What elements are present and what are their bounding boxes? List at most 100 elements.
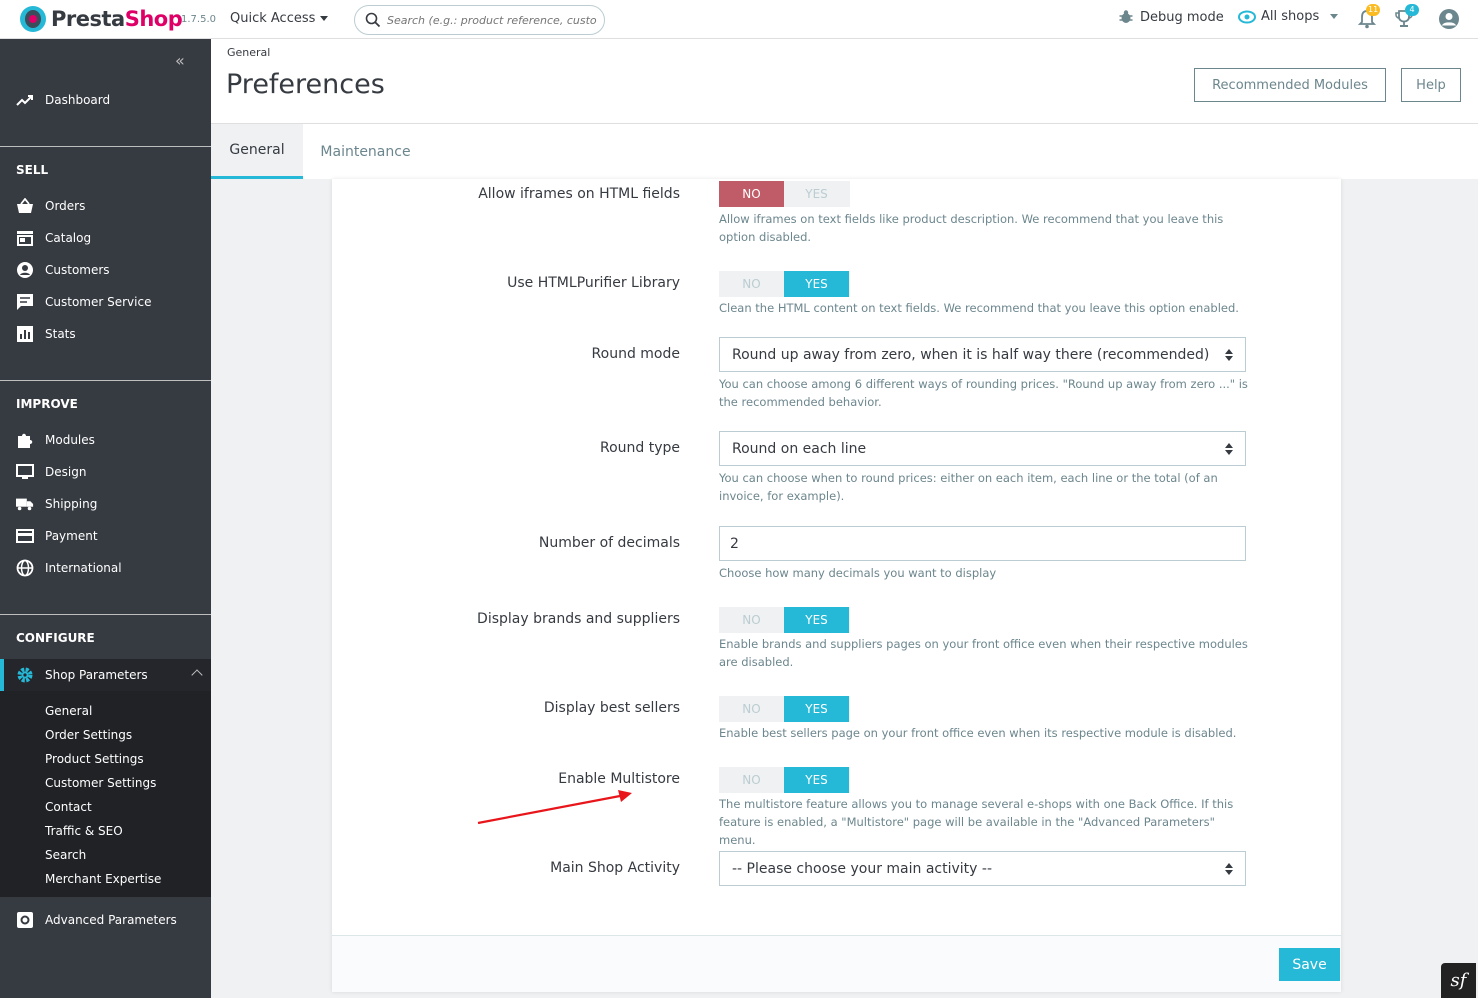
submenu-item-general[interactable]: General	[45, 704, 92, 718]
sidebar-item-shipping[interactable]: Shipping	[0, 488, 211, 520]
switch-yes-option[interactable]: YES	[784, 271, 849, 297]
submenu-item-customer-settings[interactable]: Customer Settings	[45, 776, 156, 790]
account-circle-icon	[16, 261, 34, 279]
logo-text: PrestaShop	[51, 7, 183, 31]
round-mode-label: Round mode	[591, 346, 680, 362]
decimals-input[interactable]	[719, 526, 1246, 561]
help-button[interactable]: Help	[1401, 68, 1461, 102]
sidebar-label: Modules	[45, 433, 95, 447]
logo-text-presta: Presta	[51, 7, 125, 31]
switch-no-option[interactable]: NO	[719, 181, 784, 207]
tab-maintenance[interactable]: Maintenance	[303, 124, 428, 179]
sidebar-item-stats[interactable]: Stats	[0, 318, 211, 350]
submenu-item-search[interactable]: Search	[45, 848, 86, 862]
sidebar-item-advanced-parameters[interactable]: Advanced Parameters	[0, 904, 211, 936]
submenu-item-order-settings[interactable]: Order Settings	[45, 728, 132, 742]
recommended-modules-button[interactable]: Recommended Modules	[1194, 68, 1386, 102]
main-activity-value: -- Please choose your main activity --	[732, 860, 993, 877]
tabs-bar: General Maintenance	[211, 123, 1478, 179]
iframes-help: Allow iframes on text fields like produc…	[719, 212, 1224, 244]
collapse-sidebar-icon[interactable]: ‹‹	[175, 51, 185, 70]
round-mode-value: Round up away from zero, when it is half…	[732, 346, 1210, 363]
best-sellers-switch[interactable]: NO YES	[719, 696, 850, 722]
best-sellers-help: Enable best sellers page on your front o…	[719, 726, 1237, 740]
section-title-configure: CONFIGURE	[16, 631, 95, 645]
quick-access-label: Quick Access	[230, 11, 316, 26]
divider	[0, 146, 211, 147]
symfony-toolbar-icon[interactable]: sf	[1441, 963, 1476, 998]
section-title-improve: IMPROVE	[16, 397, 78, 411]
sidebar-item-shop-parameters[interactable]: Shop Parameters	[0, 659, 211, 691]
credit-card-icon	[16, 527, 34, 545]
debug-mode-indicator[interactable]: Debug mode	[1118, 9, 1224, 25]
best-sellers-label: Display best sellers	[543, 700, 680, 716]
round-type-select[interactable]: Round on each line	[719, 431, 1246, 466]
tab-general[interactable]: General	[211, 124, 303, 179]
sidebar-item-customers[interactable]: Customers	[0, 254, 211, 286]
brands-label: Display brands and suppliers	[477, 611, 680, 627]
annotation-arrow	[477, 790, 632, 825]
sidebar-item-international[interactable]: International	[0, 552, 211, 584]
round-type-value: Round on each line	[732, 440, 867, 457]
multistore-help: The multistore feature allows you to man…	[719, 797, 1234, 847]
switch-yes-option[interactable]: YES	[784, 767, 849, 793]
shop-selector[interactable]: All shops	[1238, 9, 1339, 24]
sidebar-label: Advanced Parameters	[45, 913, 177, 927]
truck-icon	[16, 495, 34, 513]
sidebar-label: Payment	[45, 529, 98, 543]
sidebar-item-orders[interactable]: Orders	[0, 190, 211, 222]
htmlpurifier-switch[interactable]: NO YES	[719, 271, 850, 297]
prestashop-logo[interactable]: PrestaShop	[20, 6, 183, 32]
sidebar-item-catalog[interactable]: Catalog	[0, 222, 211, 254]
switch-yes-option[interactable]: YES	[784, 607, 849, 633]
iframes-label: Allow iframes on HTML fields	[478, 186, 680, 202]
sidebar-label: Shipping	[45, 497, 98, 511]
search-input[interactable]	[387, 13, 597, 27]
sidebar-item-customer-service[interactable]: Customer Service	[0, 286, 211, 318]
brands-switch[interactable]: NO YES	[719, 607, 850, 633]
search-icon[interactable]	[365, 12, 381, 28]
main-activity-select[interactable]: -- Please choose your main activity --	[719, 851, 1246, 886]
switch-no-option[interactable]: NO	[719, 767, 784, 793]
round-type-label: Round type	[599, 440, 680, 456]
sidebar-item-modules[interactable]: Modules	[0, 424, 211, 456]
switch-no-option[interactable]: NO	[719, 696, 784, 722]
submenu-item-merchant-expertise[interactable]: Merchant Expertise	[45, 872, 161, 886]
search-box[interactable]	[354, 5, 605, 35]
sidebar-label: Customers	[45, 263, 110, 277]
trophy-button[interactable]: 4	[1394, 4, 1419, 33]
main-activity-label: Main Shop Activity	[550, 860, 680, 876]
select-arrows-icon	[1225, 863, 1233, 875]
chevron-up-icon[interactable]	[191, 669, 203, 681]
save-button[interactable]: Save	[1279, 948, 1340, 981]
htmlpurifier-help: Clean the HTML content on text fields. W…	[719, 301, 1239, 315]
submenu-item-traffic-seo[interactable]: Traffic & SEO	[45, 824, 123, 838]
multistore-switch[interactable]: NO YES	[719, 767, 850, 793]
shop-parameters-submenu: General Order Settings Product Settings …	[0, 691, 211, 897]
submenu-item-contact[interactable]: Contact	[45, 800, 92, 814]
caret-down-icon	[320, 16, 329, 21]
switch-no-option[interactable]: NO	[719, 271, 784, 297]
submenu-item-product-settings[interactable]: Product Settings	[45, 752, 144, 766]
sidebar-item-dashboard[interactable]: Dashboard	[0, 84, 211, 116]
round-mode-select[interactable]: Round up away from zero, when it is half…	[719, 337, 1246, 372]
page-header: General Preferences Recommended Modules …	[211, 39, 1478, 179]
desktop-icon	[16, 463, 34, 481]
prestashop-logo-icon	[20, 6, 46, 32]
sidebar-item-design[interactable]: Design	[0, 456, 211, 488]
select-arrows-icon	[1225, 349, 1233, 361]
notifications-button[interactable]: 11	[1357, 4, 1381, 33]
logo-text-shop: Shop	[124, 7, 183, 31]
switch-yes-option[interactable]: YES	[784, 181, 849, 207]
switch-no-option[interactable]: NO	[719, 607, 784, 633]
quick-access-dropdown[interactable]: Quick Access	[230, 11, 329, 26]
iframes-switch[interactable]: NO YES	[719, 181, 850, 207]
breadcrumb[interactable]: General	[227, 46, 270, 59]
bug-icon	[1119, 10, 1133, 23]
sidebar-label: Orders	[45, 199, 86, 213]
sidebar-label: Shop Parameters	[45, 668, 148, 682]
user-avatar[interactable]	[1438, 8, 1460, 34]
sidebar-item-payment[interactable]: Payment	[0, 520, 211, 552]
puzzle-icon	[16, 431, 34, 449]
switch-yes-option[interactable]: YES	[784, 696, 849, 722]
